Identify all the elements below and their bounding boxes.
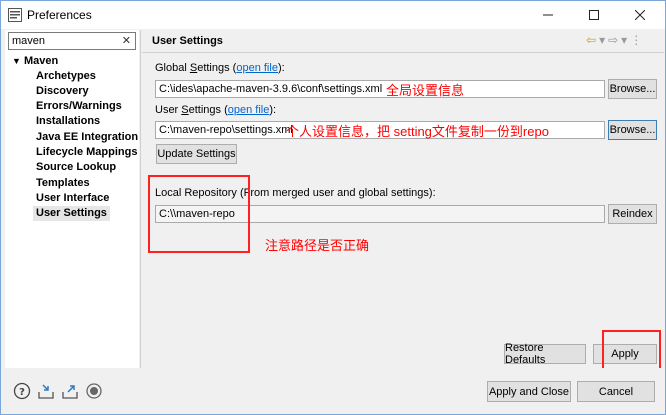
- footer-bar: ? Apply and Close Cancel: [1, 368, 665, 414]
- user-open-file-link[interactable]: open file: [228, 104, 270, 116]
- title-bar: Preferences: [1, 1, 665, 29]
- window-title: Preferences: [27, 8, 92, 22]
- close-button[interactable]: [617, 1, 663, 29]
- clear-filter-icon[interactable]: ✕: [122, 34, 131, 47]
- annotation-check-path: 注意路径是否正确: [265, 238, 370, 253]
- record-icon[interactable]: [85, 382, 103, 400]
- annotation-box-local-repo: [148, 175, 250, 253]
- view-menu-icon[interactable]: ⋮: [630, 33, 642, 47]
- maximize-icon: [589, 10, 599, 20]
- tree-item-source-lookup[interactable]: Source Lookup: [33, 160, 119, 175]
- tree-item-java-ee-integration[interactable]: Java EE Integration: [33, 130, 141, 145]
- close-icon: [635, 10, 645, 20]
- cancel-button[interactable]: Cancel: [577, 381, 655, 402]
- global-browse-button[interactable]: Browse...: [608, 79, 657, 99]
- minimize-button[interactable]: [525, 1, 571, 29]
- maximize-button[interactable]: [571, 1, 617, 29]
- tree-item-errors-warnings[interactable]: Errors/Warnings: [33, 99, 125, 114]
- pane-divider[interactable]: [140, 30, 141, 368]
- tree-item-templates[interactable]: Templates: [33, 176, 93, 191]
- annotation-box-apply: [602, 330, 661, 370]
- forward-menu-chevron-icon[interactable]: ▾: [621, 33, 627, 47]
- tree-item-discovery[interactable]: Discovery: [33, 84, 92, 99]
- tree-node-maven[interactable]: ▼ Maven: [12, 55, 58, 67]
- minimize-icon: [543, 14, 553, 16]
- annotation-global-settings: 全局设置信息: [386, 83, 465, 98]
- global-open-file-link[interactable]: open file: [236, 62, 278, 74]
- filter-input[interactable]: [12, 34, 120, 48]
- eclipse-app-icon: [8, 8, 22, 22]
- tree-item-lifecycle-mappings[interactable]: Lifecycle Mappings: [33, 145, 140, 160]
- page-title: User Settings: [152, 35, 223, 47]
- export-preferences-icon[interactable]: [61, 382, 79, 400]
- tree-item-user-interface[interactable]: User Interface: [33, 191, 112, 206]
- chevron-down-icon[interactable]: ▼: [12, 56, 24, 66]
- filter-box: ✕: [8, 32, 136, 50]
- svg-text:?: ?: [19, 387, 25, 398]
- reindex-button[interactable]: Reindex: [608, 204, 657, 224]
- global-settings-label: Global Settings (open file):: [155, 62, 285, 74]
- tree-item-user-settings[interactable]: User Settings: [33, 206, 110, 221]
- update-settings-button[interactable]: Update Settings: [156, 144, 237, 164]
- tree-item-installations[interactable]: Installations: [33, 114, 103, 129]
- restore-defaults-button[interactable]: Restore Defaults: [504, 342, 586, 366]
- apply-and-close-button[interactable]: Apply and Close: [487, 381, 571, 402]
- global-settings-field[interactable]: C:\ides\apache-maven-3.9.6\conf\settings…: [155, 80, 605, 98]
- history-navigation: ⇦ ▾ ⇨ ▾ ⋮: [586, 33, 642, 47]
- forward-arrow-icon[interactable]: ⇨: [608, 33, 618, 47]
- tree-item-archetypes[interactable]: Archetypes: [33, 69, 99, 84]
- header-separator: [142, 52, 664, 53]
- tree-node-label: Maven: [24, 55, 59, 67]
- preferences-tree-pane: ✕ ▼ Maven Archetypes Discovery Errors/Wa…: [5, 30, 139, 368]
- annotation-user-settings: 个人设置信息，把 setting文件复制一份到repo: [286, 124, 549, 139]
- preferences-window: Preferences ✕ ▼ Maven Archetypes Discove…: [0, 0, 666, 415]
- import-preferences-icon[interactable]: [37, 382, 55, 400]
- help-icon[interactable]: ?: [13, 382, 31, 400]
- back-arrow-icon[interactable]: ⇦: [586, 33, 596, 47]
- back-menu-chevron-icon[interactable]: ▾: [599, 33, 605, 47]
- user-browse-button[interactable]: Browse...: [608, 120, 657, 140]
- user-settings-label: User Settings (open file):: [155, 104, 277, 116]
